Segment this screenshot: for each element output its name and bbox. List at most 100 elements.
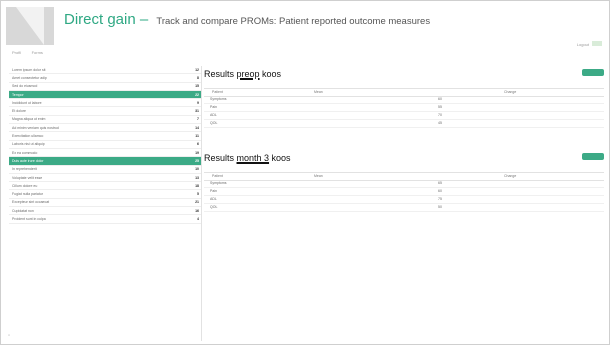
sidebar-item[interactable]: Magna aliqua ut enim 7 xyxy=(9,116,201,125)
sidebar-item-count: 31 xyxy=(195,109,199,114)
column-header: Mean xyxy=(314,90,323,94)
sidebar-item-label: Cupidatat non xyxy=(12,208,34,213)
sidebar-item-count: 8 xyxy=(197,75,199,80)
row-value: 55 xyxy=(438,105,442,109)
sidebar-item[interactable]: Excepteur sint occaecat 21 xyxy=(9,199,201,208)
app-subtitle: Track and compare PROMs: Patient reporte… xyxy=(156,16,431,27)
row-label: Pain xyxy=(210,189,218,193)
table-row: ADL 70 xyxy=(204,112,604,120)
page-title: Direct gain – Track and compare PROMs: P… xyxy=(64,11,430,28)
sidebar-item[interactable]: Ad minim veniam quis nostrud 14 xyxy=(9,124,201,133)
sidebar-item-label: Exercitation ullamco xyxy=(12,134,44,139)
row-label: Symptoms xyxy=(210,181,227,185)
results-prefix: Results xyxy=(204,69,237,79)
sidebar-item-label: Voluptate velit esse xyxy=(12,175,43,180)
row-value: 50 xyxy=(438,205,442,209)
export-button[interactable] xyxy=(582,153,604,160)
sidebar-item-count: 22 xyxy=(195,92,199,97)
sidebar-item[interactable]: Laboris nisi ut aliquip 6 xyxy=(9,141,201,149)
sidebar-item-count: 4 xyxy=(197,216,199,221)
sidebar-item-label: Incididunt ut labore xyxy=(12,100,42,105)
row-label: ADL xyxy=(210,113,217,117)
row-label: QOL xyxy=(210,205,218,209)
sidebar-item-label: Ex ea commodo xyxy=(12,150,38,155)
sidebar-item[interactable]: Proident sunt in culpa 4 xyxy=(9,215,201,224)
row-value: 45 xyxy=(438,121,442,125)
sidebar-item-label: Laboris nisi ut aliquip xyxy=(12,142,45,147)
sidebar-item-label: In reprehenderit xyxy=(12,167,37,172)
row-label: Pain xyxy=(210,105,218,109)
sidebar-item-count: 15 xyxy=(195,84,199,89)
table-row: Pain 55 xyxy=(204,104,604,112)
top-nav: Profil Forms Logout xyxy=(12,41,602,55)
row-value: 65 xyxy=(438,181,442,185)
sidebar-item[interactable]: Incididunt ut labore 9 xyxy=(9,99,201,108)
row-label: ADL xyxy=(210,197,217,201)
column-header: Mean xyxy=(314,174,323,178)
sidebar-item[interactable]: Cupidatat non 16 xyxy=(9,207,201,216)
sidebar-item-count: 25 xyxy=(195,158,199,163)
results-title: Results preop koos xyxy=(204,69,281,79)
results-prefix: Results xyxy=(204,153,237,163)
sidebar-item-count: 12 xyxy=(195,67,199,72)
sidebar-item-count: 6 xyxy=(197,142,199,147)
sidebar-item-count: 14 xyxy=(195,125,199,130)
sidebar-item-count: 19 xyxy=(195,150,199,155)
table-row: Symptoms 60 xyxy=(204,96,604,104)
sidebar-item[interactable]: In reprehenderit 10 xyxy=(9,166,201,174)
nav-right: Logout xyxy=(577,41,602,47)
sidebar-item-count: 21 xyxy=(195,200,199,205)
sidebar-item-count: 9 xyxy=(197,100,199,105)
row-value: 70 xyxy=(438,113,442,117)
row-value: 75 xyxy=(438,197,442,201)
sidebar-item-count: 16 xyxy=(195,208,199,213)
sidebar-item-count: 13 xyxy=(195,175,199,180)
sidebar-item[interactable]: Ex ea commodo 19 xyxy=(9,149,201,158)
sidebar-item-count: 7 xyxy=(197,117,199,122)
sidebar-item[interactable]: Tempor 22 xyxy=(9,90,201,100)
title-separator: – xyxy=(135,11,153,28)
export-button[interactable] xyxy=(582,69,604,76)
sidebar-item-label: Ad minim veniam quis nostrud xyxy=(12,125,59,130)
nav-item-profile[interactable]: Profil xyxy=(12,50,21,55)
sidebar-item[interactable]: Et dolore 31 xyxy=(9,107,201,116)
sidebar-item-label: Amet consectetur adip xyxy=(12,75,47,80)
sidebar-item-count: 5 xyxy=(197,192,199,197)
results-period: preop xyxy=(236,69,260,79)
sidebar-item-label: Duis aute irure dolor xyxy=(12,158,44,163)
sidebar-item[interactable]: Lorem ipsum dolor sit 12 xyxy=(9,66,201,75)
sidebar-item[interactable]: Amet consectetur adip 8 xyxy=(9,74,201,83)
sidebar-item-label: Magna aliqua ut enim xyxy=(12,117,46,122)
row-value: 60 xyxy=(438,189,442,193)
sidebar-item[interactable]: Voluptate velit esse 13 xyxy=(9,174,201,183)
sidebar-item-count: 10 xyxy=(195,167,199,172)
sidebar-item[interactable]: Sed do eiusmod 15 xyxy=(9,83,201,91)
results-suffix: koos xyxy=(269,153,291,163)
sidebar-item[interactable]: Exercitation ullamco 11 xyxy=(9,132,201,141)
corner-icon: ▫ xyxy=(8,333,11,339)
results-title: Results month 3 koos xyxy=(204,153,291,163)
sidebar-item-label: Sed do eiusmod xyxy=(12,84,38,89)
table-row: QOL 50 xyxy=(204,204,604,212)
sidebar-item[interactable]: Cillum dolore eu 18 xyxy=(9,182,201,191)
sidebar-item[interactable]: Fugiat nulla pariatur 5 xyxy=(9,190,201,199)
logo xyxy=(6,7,54,45)
row-label: Symptoms xyxy=(210,97,227,101)
logout-link[interactable]: Logout xyxy=(577,42,589,47)
nav-item-forms[interactable]: Forms xyxy=(32,50,43,55)
sidebar-item-label: Tempor xyxy=(12,92,24,97)
column-header: Patient xyxy=(212,174,223,178)
sidebar-item-label: Lorem ipsum dolor sit xyxy=(12,67,46,72)
row-label: QOL xyxy=(210,121,218,125)
sidebar-item-label: Cillum dolore eu xyxy=(12,183,38,188)
results-period: month 3 xyxy=(236,153,270,163)
results-suffix: koos xyxy=(259,69,282,79)
sidebar-item-label: Fugiat nulla pariatur xyxy=(12,192,43,197)
sidebar-item-count: 11 xyxy=(195,134,199,139)
sidebar-item[interactable]: Duis aute irure dolor 25 xyxy=(9,157,201,166)
row-value: 60 xyxy=(438,97,442,101)
table-row: Pain 60 xyxy=(204,188,604,196)
sidebar-item-label: Excepteur sint occaecat xyxy=(12,200,50,205)
sidebar-item-label: Proident sunt in culpa xyxy=(12,216,46,221)
table-row: Symptoms 65 xyxy=(204,180,604,188)
